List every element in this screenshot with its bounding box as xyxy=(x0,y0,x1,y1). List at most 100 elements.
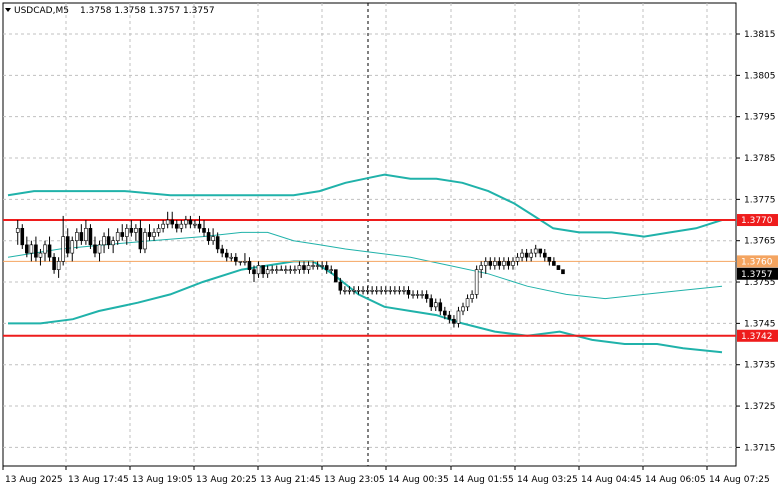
candle-bullish xyxy=(388,290,393,292)
candle-bullish xyxy=(461,306,465,312)
candle-bearish xyxy=(170,219,175,225)
candle-bearish xyxy=(406,290,411,295)
candle-bearish xyxy=(206,232,211,242)
candle-bearish xyxy=(261,265,265,275)
candle-bullish xyxy=(361,290,365,292)
candle-bullish xyxy=(347,290,352,292)
candle-bullish xyxy=(365,290,370,292)
x-tick-label: 13 Aug 2025 xyxy=(5,475,63,485)
y-tick-label: 1.3805 xyxy=(744,71,776,81)
candle-bullish xyxy=(515,256,520,262)
candle-bearish xyxy=(252,269,256,275)
candle-bearish xyxy=(224,252,229,258)
candle-bearish xyxy=(93,244,97,254)
price-chart[interactable]: 1.3815 1.3805 1.3795 1.3785 1.3775 1.3765 1.37… xyxy=(0,0,781,489)
y-tick-label: 1.3765 xyxy=(744,237,776,247)
candle-bullish xyxy=(320,265,324,267)
candle-bearish xyxy=(129,227,134,233)
candle-bullish xyxy=(111,240,115,246)
candle-bullish xyxy=(211,236,215,242)
bollinger-upper-band xyxy=(7,173,723,238)
candle-bearish xyxy=(538,248,543,254)
candle-bearish xyxy=(452,318,456,324)
candle-bullish xyxy=(483,261,488,266)
candle-bullish xyxy=(143,232,147,250)
candle-bullish xyxy=(474,269,479,295)
candle-bullish xyxy=(115,232,120,242)
candle-bearish xyxy=(542,252,547,258)
candle-bullish xyxy=(479,265,483,270)
candle-bullish xyxy=(256,265,261,275)
candle-bullish xyxy=(374,290,379,292)
candle-bullish xyxy=(306,265,311,270)
candle-bullish xyxy=(184,219,188,225)
candle-bearish xyxy=(47,244,52,258)
candle-bearish xyxy=(88,227,93,246)
symbol-dropdown-icon[interactable] xyxy=(5,8,11,12)
y-tick-label: 1.3785 xyxy=(744,154,776,164)
candle-bearish xyxy=(34,244,38,258)
candle-bearish xyxy=(220,248,224,254)
candle-bearish xyxy=(506,261,511,266)
candle-bullish xyxy=(356,290,361,292)
candle-bullish xyxy=(279,269,284,271)
candle-bullish xyxy=(420,294,424,296)
candle-bearish xyxy=(424,294,429,299)
candle-bullish xyxy=(161,223,165,229)
candle-bullish xyxy=(397,290,402,292)
candle-bearish xyxy=(247,261,252,270)
candle-bullish xyxy=(329,269,334,271)
candle-bearish xyxy=(65,236,70,254)
candle-bearish xyxy=(333,269,338,283)
candle-bearish xyxy=(324,265,329,270)
x-tick-label: 13 Aug 17:45 xyxy=(68,475,129,485)
candle-bullish xyxy=(124,227,129,237)
x-tick-label: 14 Aug 03:25 xyxy=(517,475,578,485)
axes: 1.3815 1.3805 1.3795 1.3785 1.3775 1.3765 1.37… xyxy=(2,30,776,485)
y-tick-label: 1.3775 xyxy=(744,195,776,205)
chart-header: USDCAD,M5 1.3758 1.3758 1.3757 1.3757 xyxy=(5,6,215,16)
y-tick-label: 1.3735 xyxy=(744,361,776,371)
candle-bullish xyxy=(511,261,515,266)
symbol-label: USDCAD,M5 xyxy=(14,6,69,16)
candle-bearish xyxy=(429,298,434,308)
candle-bearish xyxy=(106,236,111,246)
candle-bullish xyxy=(15,227,20,233)
level-tag-label: 1.3742 xyxy=(741,332,773,342)
candle-bullish xyxy=(156,227,161,233)
candle-bullish xyxy=(102,236,106,246)
candle-bullish xyxy=(352,290,356,292)
candle-bearish xyxy=(138,227,143,250)
candle-bullish xyxy=(75,232,79,242)
y-tick-label: 1.3815 xyxy=(744,30,776,40)
candle-bearish xyxy=(443,310,447,316)
candle-bullish xyxy=(56,261,61,270)
candle-bullish xyxy=(311,265,315,267)
candle-bullish xyxy=(343,290,347,292)
candle-bullish xyxy=(297,265,302,270)
candle-bullish xyxy=(38,252,43,258)
candle-bullish xyxy=(193,223,197,226)
candle-bearish xyxy=(552,261,556,266)
candle-bearish xyxy=(338,281,343,291)
candle-bearish xyxy=(556,265,561,270)
candle-bearish xyxy=(524,252,529,258)
candle-bullish xyxy=(284,269,288,271)
level-tag-label: 1.3770 xyxy=(741,216,773,226)
candle-bullish xyxy=(243,261,247,263)
candle-bullish xyxy=(134,227,138,233)
candle-bullish xyxy=(152,232,156,237)
chart-window[interactable]: 1.3815 1.3805 1.3795 1.3785 1.3775 1.3765 1.37… xyxy=(0,0,781,489)
x-tick-label: 13 Aug 21:45 xyxy=(260,475,321,485)
candle-bullish xyxy=(165,219,170,225)
candle-bearish xyxy=(79,232,84,242)
candle-bearish xyxy=(497,261,502,266)
candle-bullish xyxy=(43,244,47,254)
candle-bearish xyxy=(215,236,220,250)
candle-bullish xyxy=(274,269,279,271)
current-price-label: 1.3757 xyxy=(741,270,773,280)
x-tick-label: 14 Aug 04:45 xyxy=(581,475,642,485)
candle-bullish xyxy=(411,294,415,296)
candle-bearish xyxy=(52,256,56,270)
candle-bullish xyxy=(293,269,297,271)
